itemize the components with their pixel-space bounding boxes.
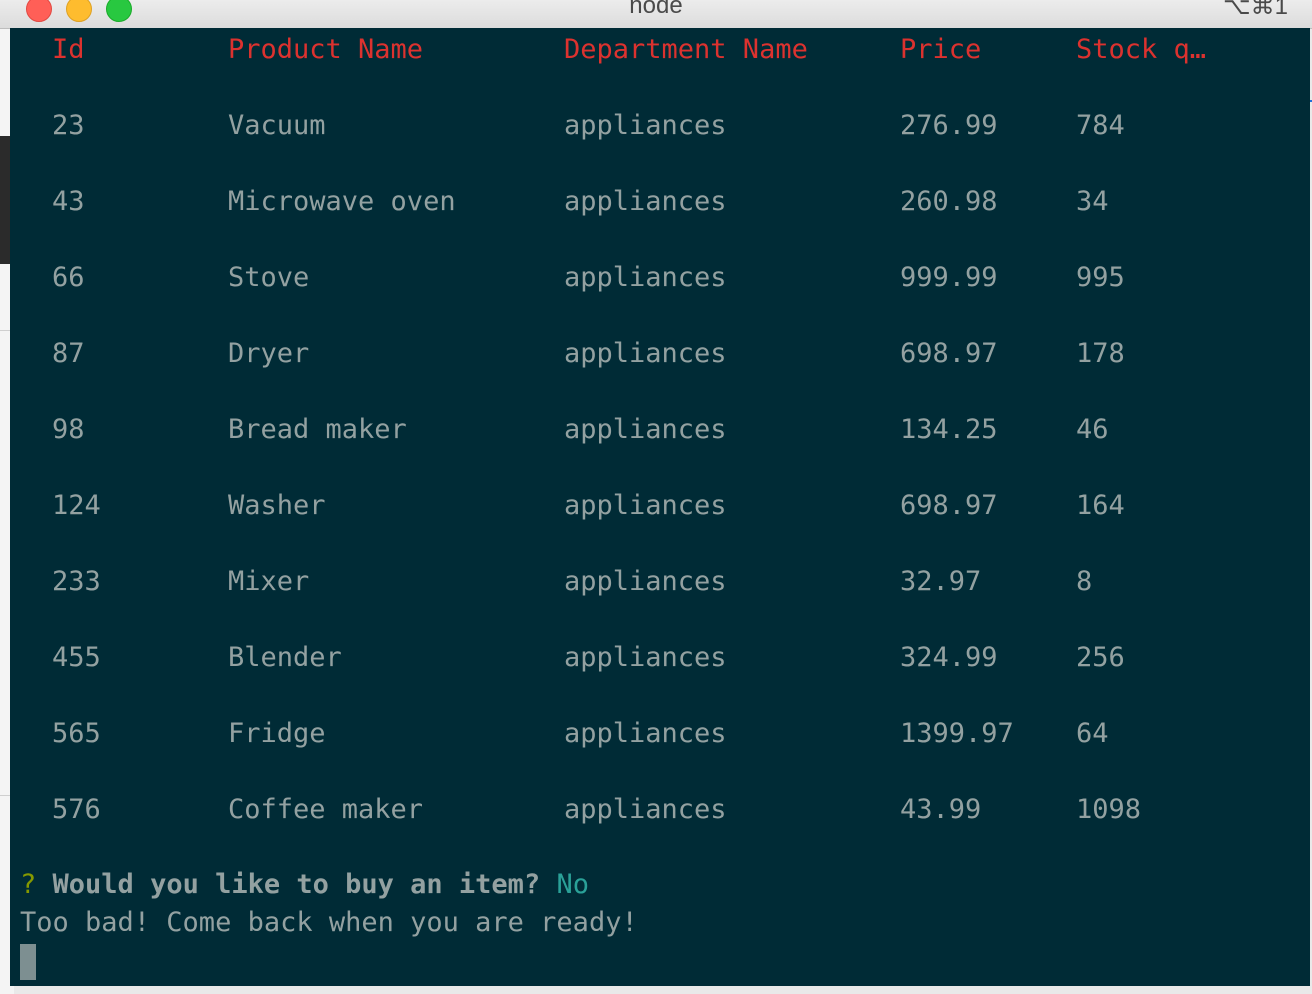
prompt-question: Would you like to buy an item? [52,869,541,900]
prompt-answer: No [556,869,589,900]
cell-product-name: Blender [228,642,342,673]
cell-id: 43 [52,186,85,217]
cell-price: 134.25 [900,414,998,445]
cell-product-name: Fridge [228,718,326,749]
cell-price: 1399.97 [900,718,1014,749]
cell-department-name: appliances [564,718,727,749]
prompt-line: ? Would you like to buy an item? No [20,868,589,902]
window-titlebar[interactable]: node ⌥⌘1 [0,0,1312,29]
header-id: Id [52,34,85,65]
cell-price: 276.99 [900,110,998,141]
header-department-name: Department Name [564,34,808,65]
cell-stock: 1098 [1076,794,1142,825]
cell-department-name: appliances [564,186,727,217]
cell-stock: 178 [1076,338,1125,369]
cell-stock: 64 [1076,718,1109,749]
cell-product-name: Washer [228,490,326,521]
cell-stock: 8 [1076,566,1093,597]
cell-department-name: appliances [564,566,727,597]
cell-product-name: Dryer [228,338,310,369]
cell-product-name: Microwave oven [228,186,456,217]
cell-price: 324.99 [900,642,998,673]
cell-price: 43.99 [900,794,982,825]
header-product-name: Product Name [228,34,424,65]
cell-id: 565 [52,718,101,749]
cell-department-name: appliances [564,642,727,673]
header-stock: Stock q… [1076,34,1207,65]
cell-stock: 164 [1076,490,1125,521]
terminal-cursor [20,944,36,980]
cell-department-name: appliances [564,794,727,825]
cell-department-name: appliances [564,262,727,293]
window-shortcut: ⌥⌘1 [1222,0,1288,20]
terminal-content[interactable]: Id Product Name Department Name Price St… [10,28,1310,986]
prompt-mark: ? [20,869,37,900]
cell-department-name: appliances [564,414,727,445]
window-title: node [629,0,683,19]
cell-id: 455 [52,642,101,673]
cell-stock: 784 [1076,110,1125,141]
cell-department-name: appliances [564,110,727,141]
cell-price: 698.97 [900,490,998,521]
cell-id: 23 [52,110,85,141]
cell-id: 87 [52,338,85,369]
cell-stock: 256 [1076,642,1125,673]
cell-price: 698.97 [900,338,998,369]
cell-id: 233 [52,566,101,597]
cell-product-name: Stove [228,262,310,293]
header-price: Price [900,34,982,65]
cell-product-name: Mixer [228,566,310,597]
cell-id: 124 [52,490,101,521]
cell-price: 999.99 [900,262,998,293]
cell-stock: 34 [1076,186,1109,217]
cell-product-name: Bread maker [228,414,407,445]
cell-id: 576 [52,794,101,825]
cell-price: 260.98 [900,186,998,217]
result-message: Too bad! Come back when you are ready! [20,907,638,938]
cell-stock: 46 [1076,414,1109,445]
cell-product-name: Vacuum [228,110,326,141]
cell-id: 98 [52,414,85,445]
cell-id: 66 [52,262,85,293]
cell-department-name: appliances [564,490,727,521]
cell-stock: 995 [1076,262,1125,293]
cell-department-name: appliances [564,338,727,369]
cell-product-name: Coffee maker [228,794,424,825]
cell-price: 32.97 [900,566,982,597]
